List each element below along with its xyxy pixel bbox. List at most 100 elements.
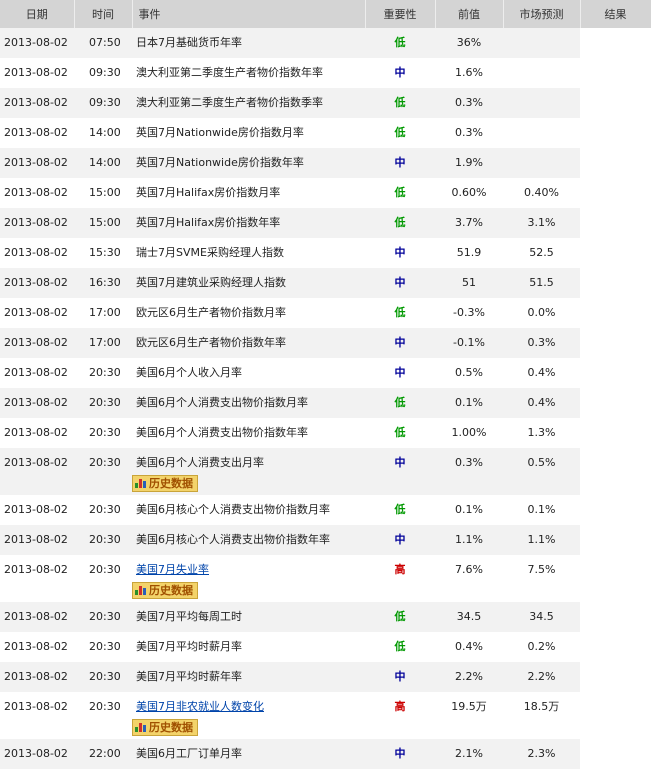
table-header-row: 日期 时间 事件 重要性 前值 市场预测 结果 (0, 0, 651, 28)
event-link[interactable]: 美国7月失业率 (136, 563, 209, 576)
importance-badge: 中 (394, 456, 406, 469)
time-text: 20:30 (89, 670, 121, 683)
date-text: 2013-08-02 (4, 610, 68, 623)
history-data-button[interactable]: 历史数据 (132, 582, 198, 599)
table-row: 2013-08-02 17:00 欧元区6月生产者物价指数年率 中 -0.1% 0.3% (0, 328, 651, 358)
event-cell: 美国6月核心个人消费支出物价指数月率 (132, 495, 365, 525)
importance-cell: 低 (365, 495, 435, 525)
header-forecast: 市场预测 (503, 0, 581, 28)
time-text: 20:30 (89, 563, 121, 576)
forecast-value: 0.2% (527, 640, 556, 653)
time-cell: 14:00 (74, 148, 132, 178)
time-text: 20:30 (89, 456, 121, 469)
table-row: 2013-08-02 17:00 欧元区6月生产者物价指数月率 低 -0.3% 0.0% (0, 298, 651, 328)
event-name: 美国6月核心个人消费支出物价指数月率 (136, 503, 330, 516)
event-cell: 英国7月建筑业采购经理人指数 (132, 268, 365, 298)
date-cell: 2013-08-02 (0, 555, 74, 602)
event-cell: 欧元区6月生产者物价指数月率 (132, 298, 365, 328)
date-text: 2013-08-02 (4, 306, 68, 319)
date-text: 2013-08-02 (4, 700, 68, 713)
forecast-cell: 1.1% (503, 525, 580, 555)
result-value (580, 632, 651, 641)
economic-calendar-table: 日期 时间 事件 重要性 前值 市场预测 结果 2013-08-02 07:50 日… (0, 0, 651, 769)
importance-cell: 中 (365, 238, 435, 268)
date-text: 2013-08-02 (4, 276, 68, 289)
table-row: 2013-08-02 20:30 美国6月个人消费支出物价指数月率 低 0.1% 0.4% (0, 388, 651, 418)
forecast-value (503, 148, 580, 157)
date-cell: 2013-08-02 (0, 208, 74, 238)
importance-badge: 低 (394, 426, 406, 439)
result-cell (580, 662, 651, 692)
previous-value: 1.9% (455, 156, 483, 169)
forecast-cell: 0.40% (503, 178, 580, 208)
history-data-label: 历史数据 (149, 584, 193, 597)
forecast-cell: 0.0% (503, 298, 580, 328)
forecast-cell (503, 88, 580, 118)
event-cell: 英国7月Nationwide房价指数年率 (132, 148, 365, 178)
importance-badge: 中 (394, 246, 406, 259)
time-text: 20:30 (89, 640, 121, 653)
previous-value: 0.60% (451, 186, 487, 199)
result-cell (580, 448, 651, 495)
importance-badge: 中 (394, 670, 406, 683)
date-text: 2013-08-02 (4, 336, 68, 349)
previous-value: 1.00% (451, 426, 487, 439)
forecast-value: 0.5% (527, 456, 556, 469)
time-text: 15:30 (89, 246, 121, 259)
time-text: 15:00 (89, 216, 121, 229)
event-cell: 美国7月平均每周工时 (132, 602, 365, 632)
result-cell (580, 148, 651, 178)
table-row: 2013-08-02 14:00 英国7月Nationwide房价指数月率 低 0.3% (0, 118, 651, 148)
result-value (580, 602, 651, 611)
importance-cell: 低 (365, 178, 435, 208)
history-data-button[interactable]: 历史数据 (132, 475, 198, 492)
forecast-value: 0.0% (527, 306, 556, 319)
date-cell: 2013-08-02 (0, 268, 74, 298)
previous-cell: 2.1% (435, 739, 503, 769)
importance-badge: 低 (394, 503, 406, 516)
event-link[interactable]: 美国7月非农就业人数变化 (136, 700, 264, 713)
previous-value: 19.5万 (451, 700, 487, 713)
date-cell: 2013-08-02 (0, 495, 74, 525)
bar-chart-icon (135, 477, 147, 488)
history-data-label: 历史数据 (149, 721, 193, 734)
forecast-value (503, 118, 580, 127)
importance-cell: 低 (365, 632, 435, 662)
table-row: 2013-08-02 07:50 日本7月基础货币年率 低 36% (0, 28, 651, 58)
time-text: 17:00 (89, 336, 121, 349)
result-value (580, 358, 651, 367)
history-data-button[interactable]: 历史数据 (132, 719, 198, 736)
event-name: 欧元区6月生产者物价指数月率 (136, 306, 286, 319)
previous-cell: 0.60% (435, 178, 503, 208)
forecast-value (503, 28, 580, 37)
forecast-value: 0.3% (527, 336, 556, 349)
forecast-value: 2.3% (527, 747, 556, 760)
previous-cell: 0.3% (435, 88, 503, 118)
result-cell (580, 328, 651, 358)
forecast-value: 0.40% (524, 186, 559, 199)
time-text: 15:00 (89, 186, 121, 199)
importance-badge: 低 (394, 216, 406, 229)
result-cell (580, 495, 651, 525)
date-text: 2013-08-02 (4, 36, 68, 49)
event-name: 美国6月个人消费支出物价指数月率 (136, 396, 308, 409)
forecast-cell (503, 58, 580, 88)
table-row: 2013-08-02 09:30 澳大利亚第二季度生产者物价指数年率 中 1.6% (0, 58, 651, 88)
event-name: 欧元区6月生产者物价指数年率 (136, 336, 286, 349)
result-cell (580, 739, 651, 769)
table-row: 2013-08-02 20:30 美国7月平均时薪年率 中 2.2% 2.2% (0, 662, 651, 692)
event-name: 澳大利亚第二季度生产者物价指数季率 (136, 96, 323, 109)
forecast-value: 0.4% (527, 366, 556, 379)
previous-cell: 0.3% (435, 118, 503, 148)
result-value (580, 662, 651, 671)
previous-cell: 7.6% (435, 555, 503, 602)
previous-cell: 0.3% (435, 448, 503, 495)
forecast-cell: 18.5万 (503, 692, 580, 739)
result-value (580, 328, 651, 337)
previous-value: 34.5 (456, 610, 482, 623)
result-cell (580, 632, 651, 662)
time-text: 09:30 (89, 96, 121, 109)
result-value (580, 148, 651, 157)
time-cell: 14:00 (74, 118, 132, 148)
forecast-cell: 0.4% (503, 358, 580, 388)
